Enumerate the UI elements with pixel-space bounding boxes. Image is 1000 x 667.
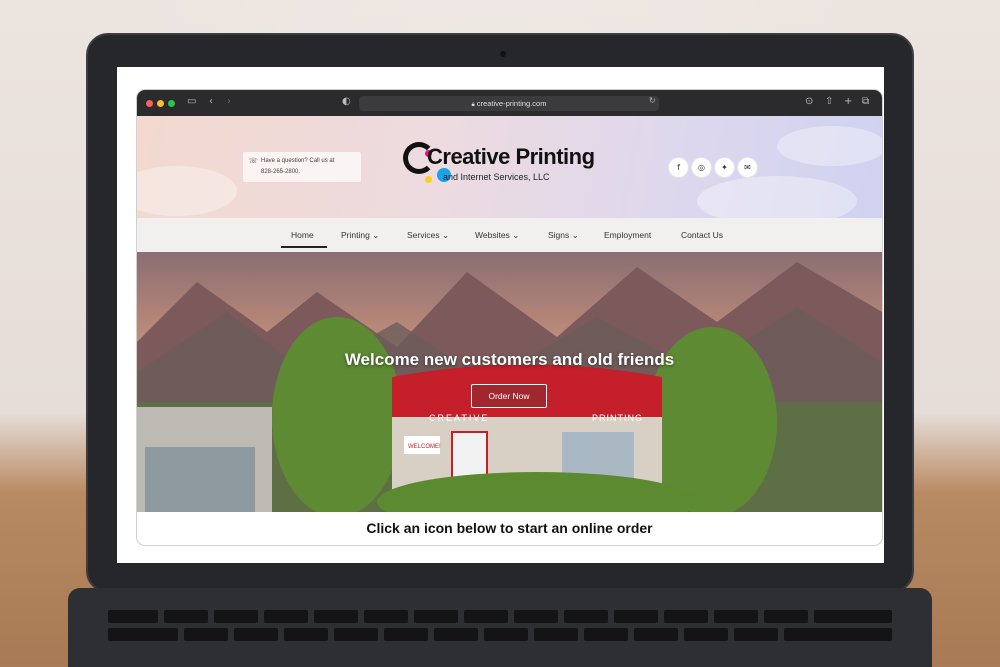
key — [384, 628, 428, 641]
order-now-button[interactable]: Order Now — [471, 384, 547, 408]
nav-printing[interactable]: Printing ⌄ — [341, 230, 379, 241]
contact-box: ☏ Have a question? Call us at 828-265-28… — [243, 152, 361, 182]
key — [184, 628, 228, 641]
key — [664, 610, 708, 623]
nav-contact-us[interactable]: Contact Us — [681, 230, 723, 240]
shield-icon[interactable]: ◐ — [342, 96, 351, 107]
site-logo[interactable]: Creative Printing and Internet Services,… — [403, 140, 613, 192]
storefront-left-text: CREATIVE — [429, 413, 489, 423]
facebook-icon[interactable]: f — [669, 158, 688, 177]
hero-banner: CREATIVE PRINTING WELCOME! Welcome new c… — [137, 252, 882, 512]
reload-icon[interactable]: ↻ — [649, 96, 656, 105]
nav-signs-label: Signs — [548, 230, 570, 240]
sidebar-icon[interactable]: ▭ — [187, 96, 196, 107]
nav-services[interactable]: Services ⌄ — [407, 230, 449, 241]
nav-websites[interactable]: Websites ⌄ — [475, 230, 519, 241]
chevron-down-icon: ⌄ — [372, 230, 380, 240]
website: ☏ Have a question? Call us at 828-265-28… — [137, 116, 882, 545]
chevron-down-icon: ⌄ — [512, 230, 520, 240]
keyboard-row — [108, 628, 892, 641]
contact-line-1: Have a question? Call us at — [261, 158, 335, 164]
key — [164, 610, 208, 623]
welcome-sign-text: WELCOME! — [408, 444, 441, 450]
phone-icon: ☏ — [249, 157, 258, 165]
email-icon[interactable]: ✉ — [738, 158, 757, 177]
chevron-down-icon: ⌄ — [571, 230, 579, 240]
forward-icon[interactable]: › — [227, 96, 231, 107]
key — [634, 628, 678, 641]
cloud-decoration — [777, 126, 882, 166]
cloud-decoration — [137, 166, 237, 216]
key — [484, 628, 528, 641]
logo-title: Creative Printing — [427, 144, 595, 169]
key — [784, 628, 892, 641]
key — [108, 628, 178, 641]
nav-printing-label: Printing — [341, 230, 370, 240]
hero-title: Welcome new customers and old friends — [344, 350, 675, 369]
key — [284, 628, 328, 641]
new-tab-icon[interactable]: + — [844, 96, 852, 107]
key — [364, 610, 408, 623]
garage-door — [145, 447, 255, 512]
close-window-button[interactable] — [146, 100, 153, 107]
key — [464, 610, 508, 623]
logo-subtitle: and Internet Services, LLC — [443, 172, 550, 182]
chevron-down-icon: ⌄ — [441, 230, 450, 240]
instagram-icon[interactable]: ◎ — [692, 158, 711, 177]
key — [534, 628, 578, 641]
key — [434, 628, 478, 641]
key — [564, 610, 608, 623]
key — [584, 628, 628, 641]
key — [814, 610, 892, 623]
browser-window: ▭ ‹ › ◐ 🔒︎ creative-printing.com ↻ ⊙ ⇧ +… — [137, 90, 882, 545]
key — [214, 610, 258, 623]
key — [714, 610, 758, 623]
nav-employment[interactable]: Employment — [604, 230, 651, 240]
key — [614, 610, 658, 623]
address-bar[interactable]: 🔒︎ creative-printing.com — [359, 96, 659, 111]
storefront-right-text: PRINTING — [592, 413, 643, 423]
twitter-icon[interactable]: ✦ — [715, 158, 734, 177]
contact-phone[interactable]: 828-265-2800. — [261, 167, 355, 178]
key — [108, 610, 158, 623]
site-header: ☏ Have a question? Call us at 828-265-28… — [137, 116, 882, 226]
logo-yellow-dot — [425, 176, 432, 183]
browser-toolbar: ▭ ‹ › ◐ 🔒︎ creative-printing.com ↻ ⊙ ⇧ +… — [137, 90, 882, 116]
nav-signs[interactable]: Signs ⌄ — [548, 230, 579, 241]
key — [734, 628, 778, 641]
hero-illustration: CREATIVE PRINTING WELCOME! — [137, 262, 882, 512]
nav-active-indicator — [281, 246, 327, 248]
url-text: creative-printing.com — [476, 99, 547, 108]
key — [514, 610, 558, 623]
zoom-window-button[interactable] — [168, 100, 175, 107]
tree-left — [272, 317, 402, 512]
key — [684, 628, 728, 641]
webcam — [500, 51, 506, 57]
share-icon[interactable]: ⇧ — [825, 96, 833, 107]
nav-home[interactable]: Home — [291, 230, 314, 240]
nav-websites-label: Websites — [475, 230, 510, 240]
key — [414, 610, 458, 623]
key — [234, 628, 278, 641]
download-icon[interactable]: ⊙ — [805, 96, 813, 107]
order-cta-text: Click an icon below to start an online o… — [366, 520, 653, 536]
nav-services-label: Services — [407, 230, 440, 240]
back-icon[interactable]: ‹ — [209, 96, 213, 107]
laptop-keyboard-deck — [68, 588, 932, 667]
main-nav: Home Printing ⌄ Services ⌄ Websites ⌄ Si… — [137, 218, 882, 252]
key — [264, 610, 308, 623]
lock-icon: 🔒︎ — [471, 101, 475, 108]
keyboard-row — [108, 610, 892, 623]
minimize-window-button[interactable] — [157, 100, 164, 107]
key — [314, 610, 358, 623]
key — [764, 610, 808, 623]
key — [334, 628, 378, 641]
tab-overview-icon[interactable]: ⧉ — [862, 96, 869, 107]
